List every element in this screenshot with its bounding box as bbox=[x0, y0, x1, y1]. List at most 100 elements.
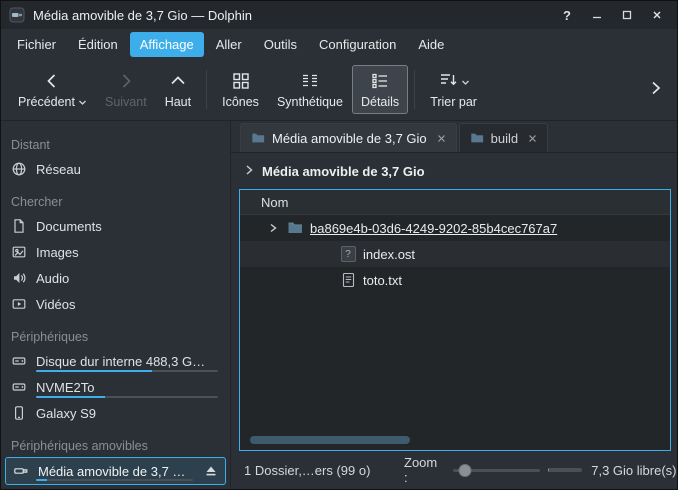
tab-media-amovible[interactable]: Média amovible de 3,7 Gio bbox=[240, 123, 457, 152]
toolbar: Précédent Suivant Haut Icônes Synthétiqu… bbox=[1, 59, 677, 121]
close-tab-icon[interactable] bbox=[437, 134, 446, 143]
video-icon bbox=[11, 296, 27, 312]
place-label: Audio bbox=[36, 271, 69, 286]
place-reseau[interactable]: Réseau bbox=[1, 156, 230, 182]
tab-label: Média amovible de 3,7 Gio bbox=[272, 131, 427, 146]
file-row-index-ost[interactable]: ? index.ost bbox=[240, 241, 670, 267]
menu-configuration[interactable]: Configuration bbox=[309, 32, 406, 57]
horizontal-scrollbar[interactable] bbox=[250, 436, 410, 444]
place-label: Disque dur interne 488,3 G… bbox=[36, 354, 205, 369]
place-images[interactable]: Images bbox=[1, 239, 230, 265]
chevron-right-icon bbox=[116, 70, 136, 92]
app-icon bbox=[9, 7, 25, 23]
usb-drive-icon bbox=[13, 463, 29, 479]
view-icons-icon bbox=[231, 70, 251, 92]
view-details-label: Détails bbox=[361, 95, 399, 109]
section-header-peripheriques: Périphériques bbox=[1, 317, 230, 348]
file-name[interactable]: toto.txt bbox=[363, 273, 402, 288]
hard-drive-icon bbox=[11, 379, 27, 395]
folder-icon bbox=[287, 220, 303, 236]
dolphin-window: Média amovible de 3,7 Gio — Dolphin ? Fi… bbox=[0, 0, 678, 490]
view-details-icon bbox=[370, 70, 390, 92]
menu-fichier[interactable]: Fichier bbox=[7, 32, 66, 57]
file-name[interactable]: index.ost bbox=[363, 247, 415, 262]
section-header-distant: Distant bbox=[1, 125, 230, 156]
toolbar-separator bbox=[414, 70, 415, 109]
up-button-label: Haut bbox=[165, 95, 191, 109]
breadcrumb-current[interactable]: Média amovible de 3,7 Gio bbox=[262, 164, 425, 179]
forward-button-label: Suivant bbox=[105, 95, 147, 109]
tab-bar: Média amovible de 3,7 Gio build bbox=[231, 121, 677, 153]
menu-outils[interactable]: Outils bbox=[254, 32, 307, 57]
place-documents[interactable]: Documents bbox=[1, 213, 230, 239]
place-label: Galaxy S9 bbox=[36, 406, 96, 421]
statusbar: 1 Dossier,…ers (99 o) Zoom : 7,3 Gio lib… bbox=[231, 451, 677, 489]
section-header-chercher: Chercher bbox=[1, 182, 230, 213]
forward-button[interactable]: Suivant bbox=[96, 65, 156, 114]
eject-icon[interactable] bbox=[204, 464, 218, 478]
place-audio[interactable]: Audio bbox=[1, 265, 230, 291]
chevron-up-icon bbox=[168, 70, 188, 92]
file-name[interactable]: ba869e4b-03d6-4249-9202-85b4cec767a7 bbox=[310, 221, 557, 236]
device-galaxy-s9[interactable]: Galaxy S9 bbox=[1, 400, 230, 426]
phone-icon bbox=[11, 405, 27, 421]
text-file-icon bbox=[340, 272, 356, 288]
network-icon bbox=[11, 161, 27, 177]
dropdown-caret-icon bbox=[461, 74, 470, 89]
tab-label: build bbox=[491, 131, 518, 146]
place-videos[interactable]: Vidéos bbox=[1, 291, 230, 317]
menu-affichage[interactable]: Affichage bbox=[130, 32, 204, 57]
free-space-bar bbox=[548, 468, 582, 472]
menu-aller[interactable]: Aller bbox=[206, 32, 252, 57]
column-header-nom[interactable]: Nom bbox=[261, 195, 288, 210]
folder-icon bbox=[470, 131, 484, 145]
view-icons-button[interactable]: Icônes bbox=[213, 65, 268, 114]
view-compact-icon bbox=[300, 70, 320, 92]
close-button[interactable] bbox=[645, 5, 669, 25]
tab-build[interactable]: build bbox=[459, 123, 548, 152]
main-area: Média amovible de 3,7 Gio build Média am… bbox=[231, 121, 677, 489]
menubar: Fichier Édition Affichage Aller Outils C… bbox=[1, 29, 677, 59]
sort-by-label: Trier par bbox=[430, 95, 477, 109]
section-header-peripheriques-amovibles: Périphériques amovibles bbox=[1, 426, 230, 457]
file-row-folder[interactable]: ba869e4b-03d6-4249-9202-85b4cec767a7 bbox=[240, 215, 670, 241]
help-button[interactable]: ? bbox=[555, 5, 579, 25]
disk-usage-bar bbox=[36, 396, 218, 398]
view-compact-label: Synthétique bbox=[277, 95, 343, 109]
chevron-left-icon bbox=[42, 70, 62, 92]
document-icon bbox=[11, 218, 27, 234]
back-button-label: Précédent bbox=[18, 95, 75, 109]
view-details-button[interactable]: Détails bbox=[352, 65, 408, 114]
device-media-amovible[interactable]: Média amovible de 3,7 … bbox=[5, 457, 226, 485]
sort-by-button[interactable]: Trier par bbox=[421, 65, 486, 114]
items-summary: 1 Dossier,…ers (99 o) bbox=[244, 463, 396, 478]
close-tab-icon[interactable] bbox=[528, 134, 537, 143]
device-disque-dur-interne[interactable]: Disque dur interne 488,3 G… bbox=[1, 348, 230, 374]
folder-icon bbox=[251, 131, 265, 145]
back-button[interactable]: Précédent bbox=[9, 65, 96, 114]
place-label: NVME2To bbox=[36, 380, 95, 395]
places-panel: Distant Réseau Chercher Documents Images… bbox=[1, 121, 231, 489]
window-title: Média amovible de 3,7 Gio — Dolphin bbox=[33, 8, 252, 23]
place-label: Vidéos bbox=[36, 297, 76, 312]
file-view: Nom ba869e4b-03d6-4249-9202-85b4cec767a7… bbox=[239, 189, 671, 451]
device-nvme2to[interactable]: NVME2To bbox=[1, 374, 230, 400]
zoom-control: Zoom : bbox=[404, 455, 540, 485]
place-label: Média amovible de 3,7 … bbox=[38, 464, 185, 479]
expand-arrow-icon[interactable] bbox=[266, 222, 280, 234]
menu-edition[interactable]: Édition bbox=[68, 32, 128, 57]
view-compact-button[interactable]: Synthétique bbox=[268, 65, 352, 114]
sort-icon bbox=[438, 70, 458, 93]
zoom-slider-knob[interactable] bbox=[458, 464, 471, 477]
titlebar: Média amovible de 3,7 Gio — Dolphin ? bbox=[1, 1, 677, 29]
zoom-slider[interactable] bbox=[453, 463, 540, 478]
maximize-button[interactable] bbox=[615, 5, 639, 25]
menu-aide[interactable]: Aide bbox=[408, 32, 454, 57]
disk-usage-bar bbox=[36, 370, 218, 372]
file-row-toto-txt[interactable]: toto.txt bbox=[240, 267, 670, 293]
minimize-button[interactable] bbox=[585, 5, 609, 25]
up-button[interactable]: Haut bbox=[156, 65, 200, 114]
image-icon bbox=[11, 244, 27, 260]
toolbar-overflow-button[interactable] bbox=[643, 75, 669, 104]
free-space-widget: 7,3 Gio libre(s) bbox=[548, 463, 676, 478]
